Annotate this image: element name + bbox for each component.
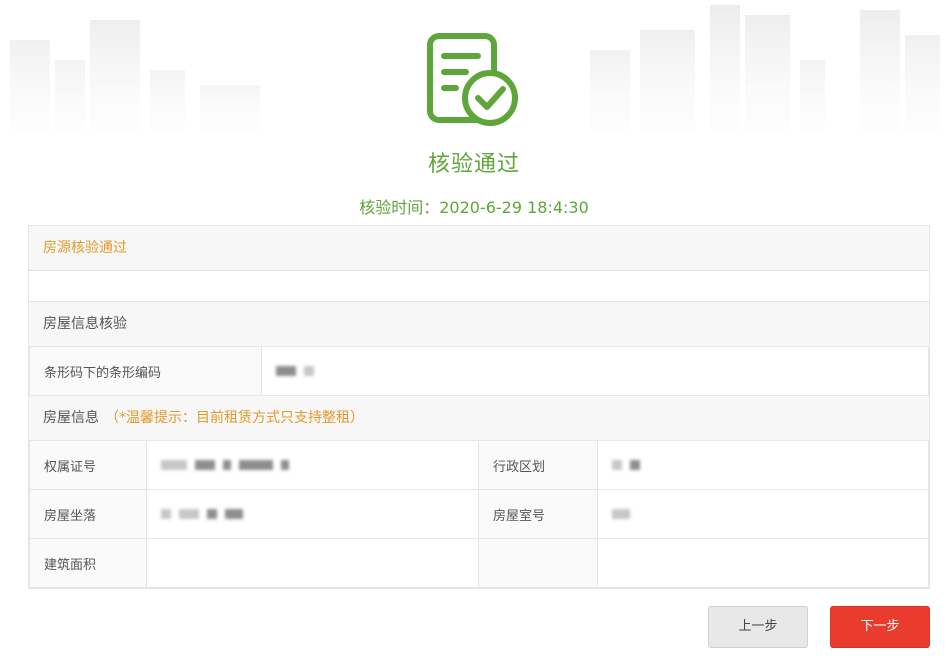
house-info-table: 权属证号 行政区划 房屋坐落 房屋室号 建筑面积 xyxy=(29,440,929,588)
table-row: 权属证号 行政区划 xyxy=(29,440,929,490)
house-info-section-title: 房屋信息 （*温馨提示：目前租赁方式只支持整租） xyxy=(29,396,929,440)
table-row: 房屋坐落 房屋室号 xyxy=(29,489,929,539)
area-value xyxy=(146,538,479,588)
status-section-title: 房源核验通过 xyxy=(29,226,929,270)
area-label: 建筑面积 xyxy=(29,538,147,588)
rental-tip: （*温馨提示：目前租赁方式只支持整租） xyxy=(105,410,364,426)
barcode-label: 条形码下的条形编码 xyxy=(29,346,262,396)
status-section-body xyxy=(29,270,929,302)
table-row: 建筑面积 xyxy=(29,538,929,588)
house-check-table: 条形码下的条形编码 xyxy=(29,346,929,396)
verification-result-page: 核验通过 核验时间：2020-6-29 18:4:30 房源核验通过 房屋信息核… xyxy=(0,0,948,670)
prev-step-button[interactable]: 上一步 xyxy=(708,606,808,648)
district-value xyxy=(597,440,929,490)
verification-panel: 房源核验通过 房屋信息核验 条形码下的条形编码 房屋信息 （*温馨提示：目前租赁方… xyxy=(28,225,930,589)
cert-no-value xyxy=(146,440,479,490)
table-row: 条形码下的条形编码 xyxy=(29,346,929,396)
result-title: 核验通过 xyxy=(427,152,520,177)
result-header: 核验通过 核验时间：2020-6-29 18:4:30 xyxy=(0,32,948,218)
verification-time: 核验时间：2020-6-29 18:4:30 xyxy=(359,198,589,217)
location-label: 房屋坐落 xyxy=(29,489,147,539)
room-no-value xyxy=(597,489,929,539)
empty-label-cell xyxy=(478,538,598,588)
location-value xyxy=(146,489,479,539)
room-no-label: 房屋室号 xyxy=(478,489,598,539)
house-info-title: 房屋信息 xyxy=(43,410,99,426)
cert-no-label: 权属证号 xyxy=(29,440,147,490)
house-check-section-title: 房屋信息核验 xyxy=(29,302,929,346)
document-check-icon xyxy=(427,33,518,126)
empty-value-cell xyxy=(597,538,929,588)
next-step-button[interactable]: 下一步 xyxy=(830,606,930,648)
barcode-value xyxy=(261,346,929,396)
district-label: 行政区划 xyxy=(478,440,598,490)
